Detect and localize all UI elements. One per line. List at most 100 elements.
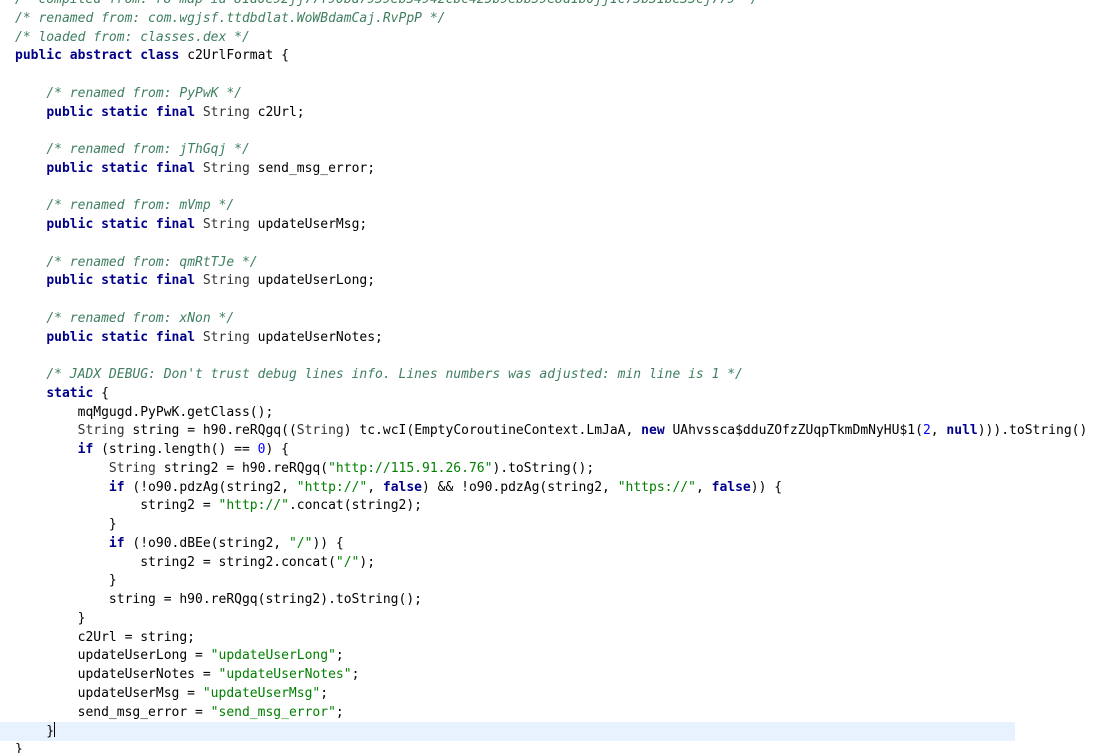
code-token: String: [202, 273, 250, 289]
code-line[interactable]: [15, 291, 1087, 310]
code-line[interactable]: public static final String c2Url;: [15, 104, 1087, 123]
code-token: "/": [288, 535, 313, 551]
code-token: updateUserMsg;: [249, 217, 368, 232]
code-line[interactable]: /* renamed from: com.wgjsf.ttdbdlat.WoWB…: [15, 10, 1087, 29]
code-token: public abstract class: [15, 48, 188, 64]
code-token: .concat(string2);: [288, 498, 423, 514]
code-token: String: [202, 104, 250, 120]
code-token: public static final: [46, 273, 203, 289]
code-line[interactable]: /* renamed from: xNon */: [15, 310, 1087, 329]
code-line[interactable]: /* renamed from: jThGqj */: [15, 141, 1087, 160]
code-token: String: [202, 160, 250, 176]
code-line[interactable]: updateUserLong = "updateUserLong";: [15, 647, 1087, 666]
code-line[interactable]: /* renamed from: PyPwK */: [15, 85, 1087, 104]
code-line[interactable]: }: [15, 610, 1087, 629]
code-line[interactable]: }: [15, 741, 1087, 753]
code-line[interactable]: public static final String updateUserMsg…: [15, 216, 1087, 235]
code-token: string2 = string2.concat(: [15, 554, 336, 570]
code-line[interactable]: mqMgugd.PyPwK.getClass();: [15, 404, 1087, 423]
code-token: "http://": [218, 498, 289, 514]
code-token: mqMgugd.PyPwK.getClass();: [15, 404, 274, 420]
code-token: ))).toString(): [977, 423, 1088, 439]
code-line[interactable]: string = h90.reRQgq(string2).toString();: [15, 591, 1087, 610]
code-token: string = h90.reRQgq((: [124, 423, 297, 439]
code-token: )) {: [312, 535, 344, 551]
code-line[interactable]: }: [15, 572, 1087, 591]
code-token: UAhvssca$dduZOfzZUqpTkmDmNyHU$1(: [664, 423, 923, 439]
code-line[interactable]: c2Url = string;: [15, 629, 1087, 648]
code-token: public static final: [46, 160, 203, 176]
code-token: c2UrlFormat {: [187, 48, 289, 64]
code-token: String: [202, 217, 250, 232]
code-line[interactable]: updateUserNotes = "updateUserNotes";: [15, 666, 1087, 685]
code-line[interactable]: [15, 179, 1087, 198]
code-token: null: [946, 423, 978, 439]
code-line[interactable]: /* renamed from: qmRtTJe */: [15, 254, 1087, 273]
code-token: );: [359, 554, 376, 570]
code-token: (string.length() ==: [93, 442, 258, 457]
code-line[interactable]: String string = h90.reRQgq((String) tc.w…: [15, 422, 1088, 441]
code-token: c2Url = string;: [15, 629, 196, 645]
code-token: "https://": [617, 479, 696, 495]
code-line[interactable]: [15, 66, 1087, 85]
code-token: ) {: [265, 442, 289, 457]
code-editor[interactable]: /* compiled from: r8-map-id-81d0e92jj77f…: [0, 0, 1096, 753]
code-token: 2: [922, 423, 931, 439]
code-line[interactable]: /* compiled from: r8-map-id-81d0e92jj77f…: [15, 0, 1087, 10]
code-token: "http://": [296, 479, 368, 495]
code-line[interactable]: send_msg_error = "send_msg_error";: [15, 704, 1087, 723]
code-line[interactable]: }: [15, 516, 1087, 535]
text-caret: [54, 722, 56, 738]
code-line[interactable]: if (string.length() == 0) {: [15, 441, 1087, 460]
code-line[interactable]: /* renamed from: mVmp */: [15, 197, 1087, 216]
code-token: updateUserNotes =: [15, 667, 219, 682]
code-token: ) tc.wcI(EmptyCoroutineContext.LmJaA,: [343, 423, 642, 439]
code-token: /* loaded from: classes.dex */: [15, 29, 250, 45]
code-line[interactable]: /* loaded from: classes.dex */: [15, 29, 1087, 48]
editor-gutter: [0, 0, 8, 753]
code-token: send_msg_error;: [249, 160, 376, 176]
code-line[interactable]: public static final String send_msg_erro…: [15, 160, 1087, 179]
code-line[interactable]: [15, 347, 1087, 366]
code-token: /* compiled from: r8-map-id-81d0e92jj77f…: [15, 0, 759, 7]
code-token: updateUserLong =: [15, 648, 211, 664]
code-token: }: [15, 724, 55, 740]
code-line[interactable]: /* JADX DEBUG: Don't trust debug lines i…: [15, 366, 1087, 385]
code-line[interactable]: [15, 235, 1087, 254]
code-line[interactable]: String string2 = h90.reRQgq("http://115.…: [15, 460, 1087, 479]
code-token: updateUserNotes;: [249, 329, 383, 345]
code-line[interactable]: }: [0, 722, 1015, 741]
code-token: /* renamed from: qmRtTJe */: [46, 254, 258, 270]
code-token: false: [711, 479, 751, 495]
code-line[interactable]: if (!o90.dBEe(string2, "/")) {: [15, 535, 1087, 554]
code-token: if: [108, 479, 125, 495]
code-line[interactable]: public static final String updateUserLon…: [15, 272, 1087, 291]
code-line[interactable]: string2 = "http://".concat(string2);: [15, 497, 1087, 516]
code-line[interactable]: public static final String updateUserNot…: [15, 329, 1087, 348]
code-line[interactable]: string2 = string2.concat("/");: [15, 554, 1087, 573]
code-token: /* renamed from: mVmp */: [46, 198, 235, 214]
code-token: c2Url;: [249, 104, 305, 120]
code-token: send_msg_error =: [15, 704, 211, 720]
code-token: "updateUserMsg": [202, 685, 321, 701]
code-token: "send_msg_error": [210, 704, 336, 720]
code-line[interactable]: [15, 122, 1087, 141]
code-line[interactable]: static {: [15, 385, 1087, 404]
source-code-view[interactable]: /* compiled from: r8-map-id-81d0e92jj77f…: [0, 0, 1088, 753]
code-line[interactable]: updateUserMsg = "updateUserMsg";: [15, 685, 1087, 704]
code-line[interactable]: public abstract class c2UrlFormat {: [15, 47, 1087, 66]
code-line[interactable]: if (!o90.pdzAg(string2, "http://", false…: [15, 479, 1087, 498]
code-token: /* renamed from: PyPwK */: [46, 85, 242, 101]
code-token: ;: [335, 648, 344, 664]
